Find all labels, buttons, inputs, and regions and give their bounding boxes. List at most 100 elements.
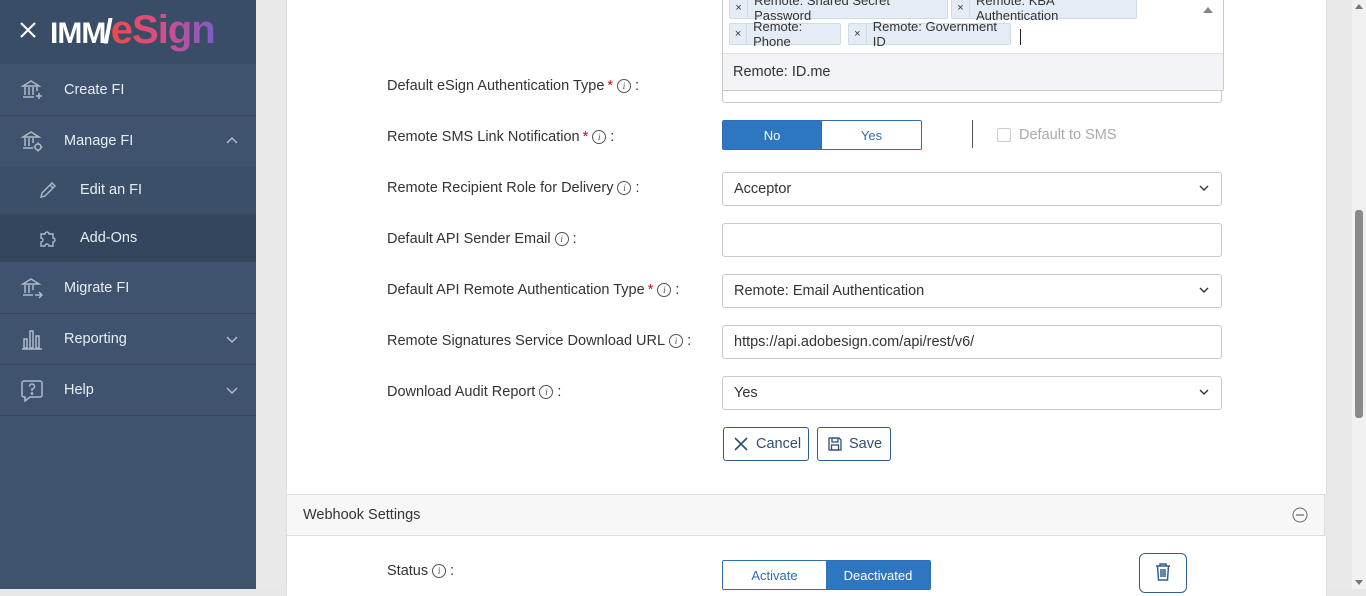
- sidebar-item-label: Help: [64, 381, 94, 398]
- sms-no-option[interactable]: No: [723, 121, 821, 149]
- colon: :: [450, 563, 455, 579]
- sms-link-label: Remote SMS Link Notification * i :: [387, 129, 614, 145]
- trash-icon: [1156, 563, 1170, 581]
- remove-tag-icon[interactable]: ×: [730, 0, 749, 18]
- remove-tag-icon[interactable]: ×: [730, 24, 748, 44]
- input-value: https://api.adobesign.com/api/rest/v6/: [734, 334, 975, 350]
- label-text: Remote Signatures Service Download URL: [387, 333, 666, 349]
- required-mark: *: [647, 282, 654, 298]
- puzzle-icon: [40, 231, 56, 247]
- bank-arrow-icon: [20, 277, 44, 299]
- colon: :: [557, 384, 562, 400]
- recipient-role-label: Remote Recipient Role for Delivery i :: [387, 180, 639, 196]
- logo-esign: eSign: [110, 8, 216, 52]
- api-sender-email-label: Default API Sender Email i :: [387, 231, 577, 247]
- label-text: Remote SMS Link Notification: [387, 129, 580, 145]
- remove-tag-icon[interactable]: ×: [849, 24, 867, 44]
- audit-report-select[interactable]: Yes: [722, 376, 1222, 410]
- option-label: Remote: ID.me: [733, 64, 831, 80]
- recipient-role-select[interactable]: Acceptor: [722, 172, 1222, 206]
- scroll-down-arrow-icon[interactable]: [1355, 580, 1363, 585]
- divider: [972, 120, 973, 148]
- colon: :: [635, 78, 640, 94]
- main-content: Default eSign Authentication Type * i : …: [256, 0, 1352, 596]
- tag-government-id: × Remote: Government ID: [848, 19, 1011, 49]
- pencil-icon: [40, 182, 56, 198]
- webhook-settings-header[interactable]: Webhook Settings: [286, 494, 1325, 536]
- api-remote-auth-select[interactable]: Remote: Email Authentication: [722, 274, 1222, 308]
- bar-chart-icon: [22, 329, 42, 350]
- info-icon[interactable]: i: [657, 283, 672, 297]
- download-url-input[interactable]: https://api.adobesign.com/api/rest/v6/: [722, 325, 1222, 359]
- sidebar-item-label: Reporting: [64, 330, 127, 347]
- api-sender-email-input[interactable]: [722, 223, 1222, 257]
- sms-yes-option[interactable]: Yes: [821, 121, 921, 149]
- text-cursor: [1020, 29, 1021, 45]
- select-value: Acceptor: [734, 181, 792, 197]
- select-value: Remote: Email Authentication: [734, 283, 925, 299]
- tag-shared-secret: × Remote: Shared Secret Password: [729, 0, 948, 23]
- colon: :: [635, 180, 640, 196]
- close-icon: [734, 437, 748, 451]
- sidebar-item-migrate-fi[interactable]: Migrate FI: [0, 262, 256, 314]
- default-to-sms-checkbox[interactable]: Default to SMS: [997, 127, 1117, 143]
- sidebar-item-create-fi[interactable]: Create FI: [0, 64, 256, 116]
- info-icon[interactable]: i: [554, 232, 569, 246]
- remote-auth-types-multiselect[interactable]: × Remote: Shared Secret Password × Remot…: [722, 0, 1224, 91]
- cancel-button[interactable]: Cancel: [723, 427, 809, 461]
- required-mark: *: [607, 78, 614, 94]
- checkbox-box[interactable]: [997, 128, 1011, 142]
- chevron-down-icon: [1199, 287, 1209, 293]
- deactivated-option[interactable]: Deactivated: [826, 561, 930, 589]
- activate-option[interactable]: Activate: [723, 561, 826, 589]
- sidebar-item-manage-fi[interactable]: Manage FI: [0, 115, 256, 167]
- required-mark: *: [582, 129, 589, 145]
- fi-settings-card: Default eSign Authentication Type * i : …: [286, 0, 1327, 494]
- tag-kba: × Remote: KBA Authentication: [951, 0, 1137, 23]
- brand-header: IMM / eSign: [0, 0, 256, 64]
- info-icon[interactable]: i: [539, 385, 554, 399]
- tag-label: Remote: Government ID: [872, 19, 998, 49]
- chevron-down-icon: [226, 386, 238, 394]
- bank-gear-icon: [20, 130, 43, 151]
- close-icon[interactable]: [18, 20, 38, 40]
- sidebar-item-add-ons[interactable]: Add-Ons: [0, 214, 256, 262]
- tag-phone: × Remote: Phone: [729, 19, 841, 49]
- chevron-down-icon: [1199, 389, 1209, 395]
- audit-report-label: Download Audit Report i :: [387, 384, 561, 400]
- info-icon[interactable]: i: [669, 334, 684, 348]
- vertical-scrollbar[interactable]: [1352, 0, 1366, 589]
- info-icon[interactable]: i: [432, 564, 447, 578]
- collapse-circle-icon[interactable]: [1292, 507, 1308, 523]
- help-icon: [21, 379, 43, 402]
- sidebar-item-help[interactable]: Help: [0, 364, 256, 416]
- delete-webhook-button[interactable]: [1139, 553, 1187, 593]
- label-text: Remote Recipient Role for Delivery: [387, 180, 614, 196]
- label-text: Default API Remote Authentication Type: [387, 282, 645, 298]
- sidebar-item-edit-fi[interactable]: Edit an FI: [0, 166, 256, 214]
- colon: :: [610, 129, 615, 145]
- sidebar-item-label: Manage FI: [64, 132, 134, 149]
- chevron-down-icon: [226, 335, 238, 343]
- section-title: Webhook Settings: [303, 507, 421, 523]
- label-text: Default API Sender Email: [387, 231, 551, 247]
- sidebar: IMM / eSign Create FI Manage FI Edit an …: [0, 0, 256, 589]
- info-icon[interactable]: i: [617, 79, 632, 93]
- select-value: Yes: [734, 385, 758, 401]
- sidebar-item-label: Add-Ons: [80, 230, 138, 246]
- scrollbar-thumb[interactable]: [1355, 210, 1363, 418]
- info-icon[interactable]: i: [592, 130, 607, 144]
- remove-tag-icon[interactable]: ×: [952, 0, 970, 18]
- sidebar-item-label: Create FI: [64, 81, 125, 98]
- scroll-up-arrow-icon[interactable]: [1355, 4, 1363, 9]
- collapse-arrow-icon[interactable]: [1203, 7, 1213, 13]
- webhook-status-toggle: Activate Deactivated: [722, 560, 931, 590]
- info-icon[interactable]: i: [617, 181, 632, 195]
- dropdown-option-id-me[interactable]: Remote: ID.me: [723, 53, 1223, 90]
- save-button[interactable]: Save: [817, 427, 891, 461]
- sidebar-item-reporting[interactable]: Reporting: [0, 313, 256, 365]
- tag-label: Remote: Phone: [753, 19, 803, 49]
- default-auth-type-label: Default eSign Authentication Type * i :: [387, 78, 639, 94]
- label-text: Status: [387, 563, 429, 579]
- checkbox-label: Default to SMS: [1019, 127, 1117, 143]
